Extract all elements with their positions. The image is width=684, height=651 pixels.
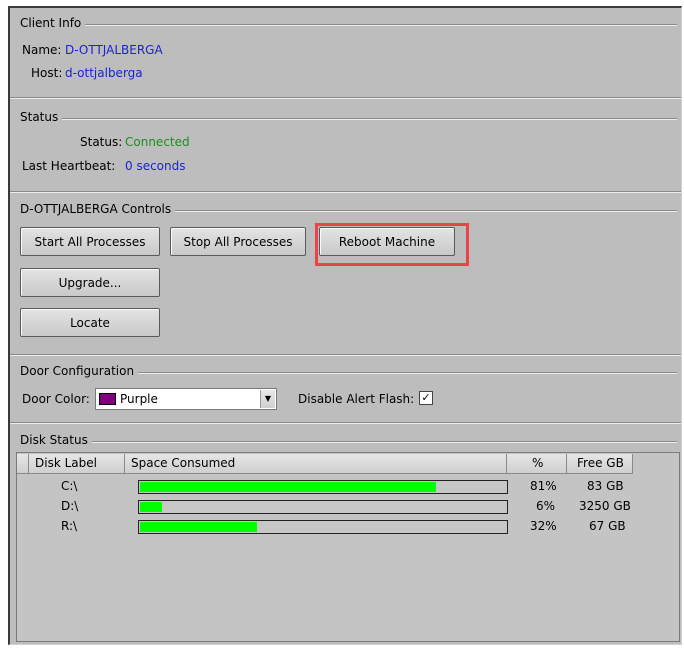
name-value: D-OTTJALBERGA — [65, 43, 163, 57]
col-space-consumed[interactable]: Space Consumed — [125, 454, 507, 474]
free-gb-value: 3250 GB — [579, 499, 631, 513]
door-config-title: Door Configuration — [18, 364, 139, 379]
status-title: Status — [18, 110, 63, 125]
status-value: Connected — [125, 135, 190, 149]
disk-status-title: Disk Status — [18, 433, 92, 448]
reboot-highlight-box — [315, 223, 469, 266]
host-value: d-ottjalberga — [65, 66, 143, 80]
client-info-title: Client Info — [18, 16, 86, 31]
disk-label: D:\ — [61, 499, 79, 513]
space-consumed-fill — [140, 502, 162, 512]
percent-value: 32% — [530, 519, 557, 533]
col-free-gb[interactable]: Free GB — [567, 454, 633, 474]
upgrade-button[interactable]: Upgrade... — [20, 268, 160, 297]
disk-status-list: Disk Label Space Consumed % Free GB C:\ … — [16, 452, 680, 642]
status-label: Status: — [80, 135, 123, 149]
purple-swatch-icon — [99, 393, 116, 405]
space-consumed-bar — [138, 500, 508, 514]
percent-value: 81% — [530, 479, 557, 493]
client-detail-panel: Client Info Name: D-OTTJALBERGA Host: d-… — [8, 6, 682, 645]
stop-all-processes-button[interactable]: Stop All Processes — [170, 227, 306, 256]
disk-label: R:\ — [61, 519, 78, 533]
space-consumed-fill — [140, 522, 258, 532]
percent-value: 6% — [536, 499, 556, 513]
space-consumed-fill — [140, 482, 437, 492]
space-consumed-bar — [138, 480, 508, 494]
col-percent[interactable]: % — [507, 454, 567, 474]
controls-title: D-OTTJALBERGA Controls — [18, 202, 176, 217]
chevron-down-icon[interactable]: ▼ — [260, 390, 275, 408]
space-consumed-bar — [138, 520, 508, 534]
door-color-label: Door Color: — [22, 392, 90, 406]
locate-button[interactable]: Locate — [20, 308, 160, 337]
disable-alert-flash-label: Disable Alert Flash: — [298, 392, 415, 406]
heartbeat-label: Last Heartbeat: — [22, 159, 116, 173]
free-gb-value: 83 GB — [587, 479, 624, 493]
start-all-processes-button[interactable]: Start All Processes — [20, 227, 160, 256]
name-label: Name: — [22, 43, 62, 57]
col-disk-label[interactable]: Disk Label — [29, 454, 125, 474]
disable-alert-flash-checkbox[interactable]: ✓ — [419, 391, 433, 405]
disk-label: C:\ — [61, 479, 78, 493]
door-color-dropdown[interactable]: Purple ▼ — [95, 388, 277, 410]
heartbeat-value: 0 seconds — [125, 159, 186, 173]
free-gb-value: 67 GB — [589, 519, 626, 533]
check-icon: ✓ — [421, 391, 431, 404]
host-label: Host: — [31, 66, 63, 80]
door-color-selected: Purple — [120, 392, 158, 406]
